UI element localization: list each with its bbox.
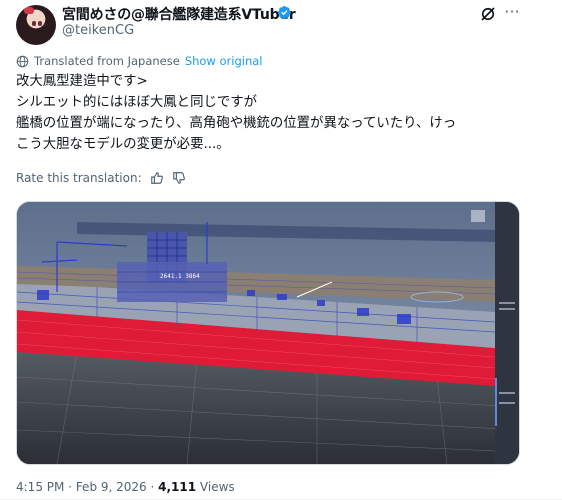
thumbs-down-icon[interactable]	[172, 171, 186, 185]
avatar-eye	[38, 21, 42, 26]
rate-label: Rate this translation:	[16, 171, 142, 185]
tweet-line: こう大胆なモデルの変更が必要...。	[16, 137, 230, 152]
translation-notice: Translated from Japanese Show original	[16, 54, 262, 68]
tweet-time[interactable]: 4:15 PM	[16, 480, 64, 494]
grok-icon[interactable]	[479, 5, 497, 23]
globe-icon	[16, 55, 29, 67]
tweet-line: 改大鳳型建造中です>	[16, 74, 148, 89]
separator: ·	[64, 480, 76, 494]
tweet-text: 改大鳳型建造中です> シルエット的にはほぼ大鳳と同じですが 艦橋の位置が端になっ…	[16, 71, 536, 155]
views-label: Views	[196, 480, 235, 494]
rate-translation: Rate this translation:	[16, 171, 186, 185]
tweet-meta: 4:15 PM · Feb 9, 2026 · 4,111 Views	[16, 480, 235, 494]
views-count: 4,111	[158, 480, 197, 494]
handle[interactable]: @teikenCG	[62, 23, 134, 38]
overlay-label: 2641.1 3864	[160, 273, 200, 280]
show-original-link[interactable]: Show original	[185, 54, 263, 68]
thumbs-up-icon[interactable]	[150, 171, 164, 185]
avatar[interactable]	[16, 5, 56, 45]
tweet-date[interactable]: Feb 9, 2026	[76, 480, 147, 494]
more-icon[interactable]: ···	[502, 2, 522, 22]
translation-label: Translated from Japanese	[34, 54, 180, 68]
tweet-line: 艦橋の位置が端になったり、高角砲や機銃の位置が異なっていたり、けっ	[16, 116, 457, 131]
avatar-bow	[24, 7, 34, 14]
verified-badge-icon	[277, 6, 291, 19]
separator: ·	[146, 480, 159, 494]
tweet-media-image[interactable]: 2641.1 3864	[16, 201, 520, 465]
tweet-line: シルエット的にはほぼ大鳳と同じですが	[16, 95, 258, 110]
avatar-eye	[32, 21, 36, 26]
display-name[interactable]: 宮間めさの@聯合艦隊建造系VTuber	[62, 4, 296, 24]
ship-render: 2641.1 3864	[17, 202, 519, 464]
